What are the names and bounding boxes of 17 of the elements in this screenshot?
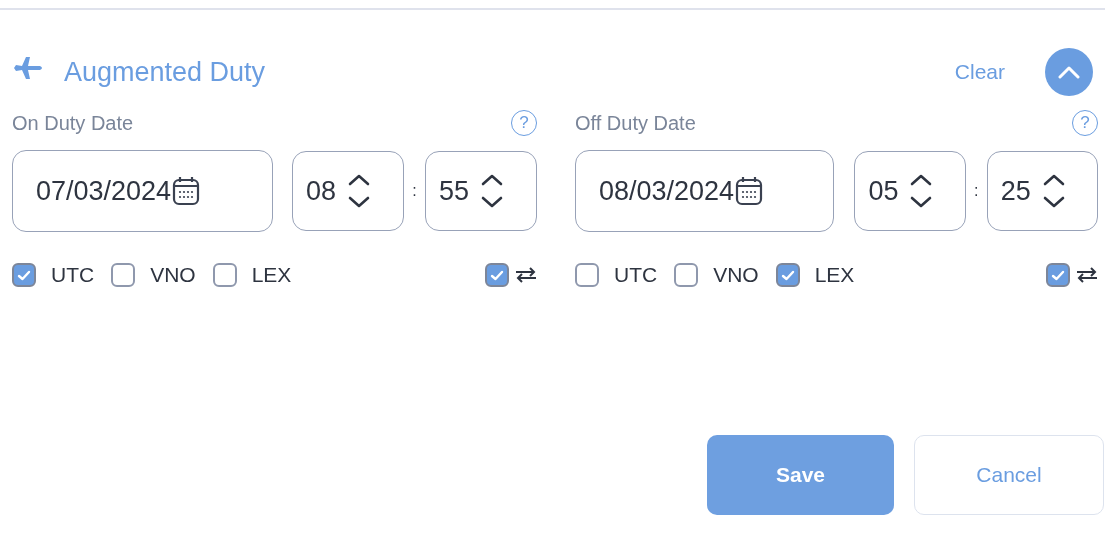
- checkbox-label: VNO: [713, 263, 759, 287]
- checkbox-label: LEX: [814, 263, 855, 287]
- checkbox-label: UTC: [51, 263, 95, 287]
- checkbox-label: VNO: [150, 263, 196, 287]
- minute-field[interactable]: 55: [425, 151, 537, 231]
- time-separator: :: [411, 182, 418, 200]
- time-separator: :: [973, 182, 980, 200]
- date-field[interactable]: 08/03/2024: [575, 150, 835, 232]
- hour-field[interactable]: 08: [292, 151, 404, 231]
- minute-field[interactable]: 25: [986, 151, 1098, 231]
- checkbox-label: UTC: [614, 263, 658, 287]
- checkbox-label: LEX: [251, 263, 292, 287]
- field-label: On Duty Date: [12, 111, 134, 135]
- hour-field[interactable]: 05: [854, 151, 966, 231]
- date-field[interactable]: 07/03/2024: [12, 150, 273, 232]
- field-label: Off Duty Date: [575, 111, 696, 135]
- section-title: Augmented Duty: [64, 56, 266, 88]
